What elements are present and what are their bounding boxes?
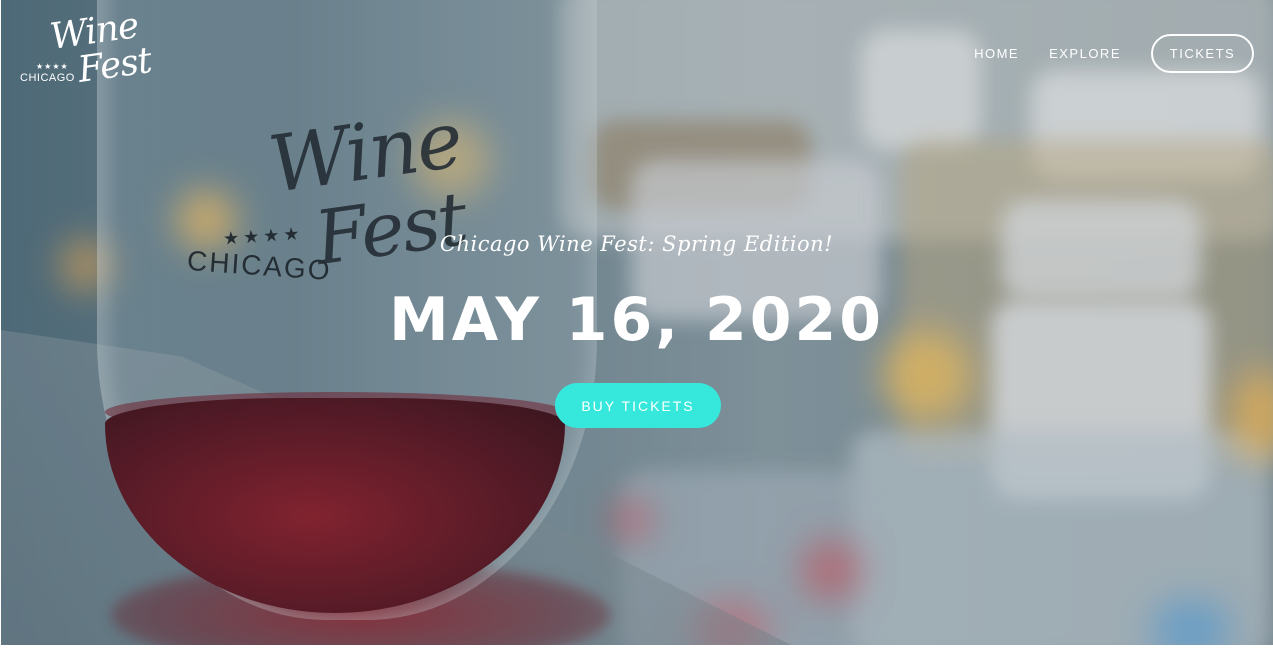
event-date: MAY 16, 2020 (389, 285, 884, 355)
nav-explore-link[interactable]: EXPLORE (1049, 46, 1121, 61)
site-logo[interactable]: Wine Fest ★★★★ CHICAGO (20, 5, 165, 92)
logo-fest-text: Fest (75, 40, 154, 91)
hero-subtitle: Chicago Wine Fest: Spring Edition! (439, 232, 834, 256)
buy-tickets-button[interactable]: BUY TICKETS (555, 383, 721, 428)
logo-stars: ★★★★ (36, 62, 69, 71)
nav-home-link[interactable]: HOME (974, 46, 1019, 61)
nav-tickets-button[interactable]: TICKETS (1151, 34, 1254, 73)
logo-city-text: CHICAGO (20, 72, 75, 84)
main-nav: HOME EXPLORE TICKETS (974, 32, 1254, 75)
